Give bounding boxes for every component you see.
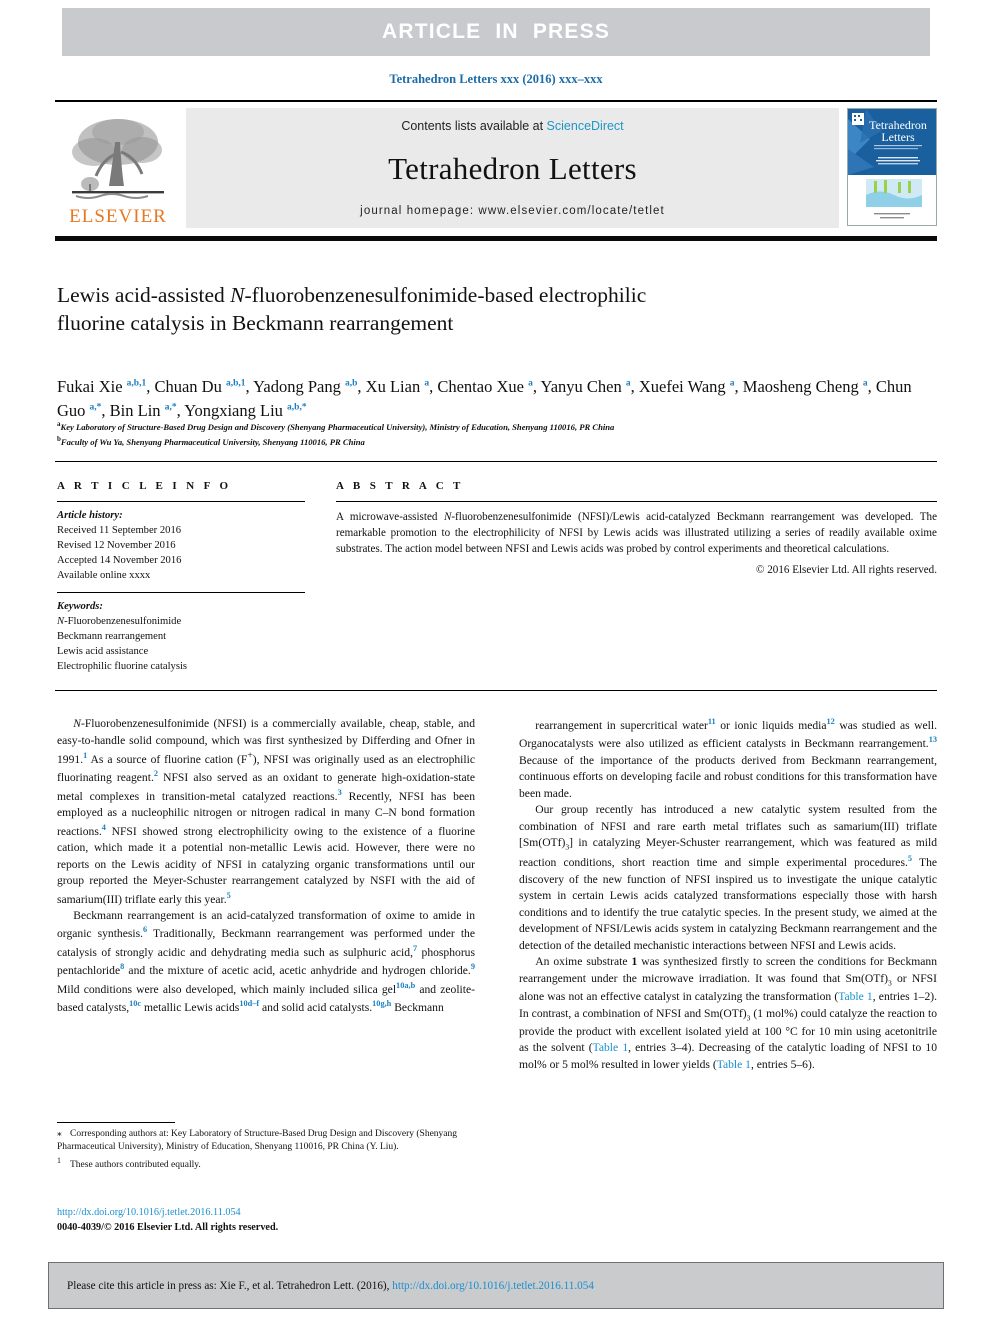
paragraph: Our group recently has introduced a new … — [519, 803, 938, 952]
journal-masthead: ELSEVIER Contents lists available at Sci… — [55, 100, 937, 228]
paragraph: N-Fluorobenzenesulfonimide (NFSI) is a c… — [57, 717, 475, 906]
article-history-block: Article history: Received 11 September 2… — [57, 508, 305, 583]
info-band-bottom-rule — [55, 690, 937, 691]
title-part-a: Lewis acid-assisted — [57, 283, 231, 307]
article-in-press-label: ARTICLE IN PRESS — [381, 20, 611, 43]
journal-homepage-line: journal homepage: www.elsevier.com/locat… — [360, 205, 665, 217]
sciencedirect-link[interactable]: ScienceDirect — [547, 119, 624, 133]
journal-citation-line: Tetrahedron Letters xxx (2016) xxx–xxx — [0, 72, 992, 87]
footnote-corresponding-text: Corresponding authors at: Key Laboratory… — [57, 1129, 458, 1153]
cite-prefix: Please cite this article in press as: Xi… — [67, 1279, 393, 1292]
keyword-item: Electrophilic fluorine catalysis — [57, 661, 188, 673]
elsevier-tree-icon — [66, 114, 170, 206]
paragraph: rearrangement in supercritical water11 o… — [519, 717, 937, 800]
issn-copyright: 0040-4039/© 2016 Elsevier Ltd. All right… — [57, 1222, 279, 1234]
masthead-top-rule — [55, 100, 937, 102]
article-info-section: A R T I C L E I N F O Article history: R… — [57, 480, 305, 674]
title-line-1: Lewis acid-assisted N-fluorobenzenesulfo… — [57, 283, 646, 307]
masthead-bottom-rule — [55, 236, 937, 241]
footnote-rule — [57, 1122, 175, 1123]
title-italic-N: N — [230, 283, 245, 307]
info-band-top-rule — [55, 461, 937, 462]
abstract-text: A microwave-assisted N-fluorobenzenesulf… — [336, 511, 937, 556]
body-column-left: N-Fluorobenzenesulfonimide (NFSI) is a c… — [57, 716, 475, 1016]
footnote-equal-text: These authors contributed equally. — [70, 1159, 201, 1170]
keyword-item: Lewis acid assistance — [57, 646, 149, 658]
keywords-label: Keywords: — [57, 601, 103, 613]
keyword-item: N-Fluorobenzenesulfonimide — [57, 616, 182, 628]
journal-title: Tetrahedron Letters — [388, 151, 637, 186]
contents-prefix: Contents lists available at — [401, 119, 547, 133]
svg-text:Letters: Letters — [881, 130, 915, 144]
elsevier-wordmark: ELSEVIER — [69, 206, 167, 227]
article-in-press-banner: ARTICLE IN PRESS — [62, 8, 930, 56]
abstract-section: A B S T R A C T A microwave-assisted N-f… — [336, 480, 937, 576]
abstract-rule — [336, 501, 937, 502]
journal-citation-text: Tetrahedron Letters xxx (2016) xxx–xxx — [389, 72, 603, 86]
doi-link[interactable]: http://dx.doi.org/10.1016/j.tetlet.2016.… — [57, 1205, 487, 1220]
affiliations: aKey Laboratory of Structure-Based Drug … — [57, 419, 937, 449]
article-history-label: Article history: — [57, 510, 123, 521]
keywords-rule — [57, 592, 305, 594]
author-list: Fukai Xie a,b,1, Chuan Du a,b,1, Yadong … — [57, 377, 912, 420]
footnote-star-marker: ⁎ — [57, 1129, 62, 1139]
cite-doi-link[interactable]: http://dx.doi.org/10.1016/j.tetlet.2016.… — [392, 1280, 594, 1292]
abstract-heading: A B S T R A C T — [336, 480, 464, 492]
paragraph: An oxime substrate 1 was synthesized fir… — [519, 955, 938, 1071]
journal-cover-thumbnail: Tetrahedron Letters — [847, 108, 937, 226]
paragraph: Beckmann rearrangement is an acid-cataly… — [57, 908, 475, 1014]
history-item: Received 11 September 2016 — [57, 525, 182, 537]
footnote-corresponding-author: ⁎ Corresponding authors at: Key Laborator… — [57, 1128, 475, 1155]
doi-block: http://dx.doi.org/10.1016/j.tetlet.2016.… — [57, 1205, 487, 1235]
title-part-b: -fluorobenzenesulfonimide-based electrop… — [244, 283, 647, 307]
keyword-item: Beckmann rearrangement — [57, 631, 167, 643]
abstract-copyright: © 2016 Elsevier Ltd. All rights reserved… — [756, 564, 937, 577]
history-item: Available online xxxx — [57, 570, 151, 582]
history-item: Accepted 14 November 2016 — [57, 555, 182, 567]
affiliation-b: bFaculty of Wu Ya, Shenyang Pharmaceutic… — [57, 435, 365, 448]
keywords-block: Keywords: N-Fluorobenzenesulfonimide Bec… — [57, 599, 305, 674]
footnote-one-marker: 1 — [57, 1155, 61, 1165]
contents-list-line: Contents lists available at ScienceDirec… — [401, 119, 623, 133]
history-item: Revised 12 November 2016 — [57, 540, 176, 552]
footnote-equal-contribution: 1 These authors contributed equally. — [57, 1155, 475, 1172]
article-info-heading: A R T I C L E I N F O — [57, 480, 232, 492]
cite-this-article-text: Please cite this article in press as: Xi… — [49, 1280, 594, 1292]
title-line-2: fluorine catalysis in Beckmann rearrange… — [57, 311, 454, 336]
page-title: Lewis acid-assisted N-fluorobenzenesulfo… — [57, 281, 817, 338]
body-column-right: rearrangement in supercritical water11 o… — [519, 716, 937, 1073]
cite-this-article-box: Please cite this article in press as: Xi… — [48, 1262, 944, 1309]
masthead-center-panel: Contents lists available at ScienceDirec… — [186, 108, 839, 228]
affiliation-a: aKey Laboratory of Structure-Based Drug … — [57, 420, 615, 432]
footnotes-block: ⁎ Corresponding authors at: Key Laborator… — [57, 1122, 475, 1172]
article-info-rule — [57, 501, 305, 502]
elsevier-logo: ELSEVIER — [55, 108, 181, 228]
